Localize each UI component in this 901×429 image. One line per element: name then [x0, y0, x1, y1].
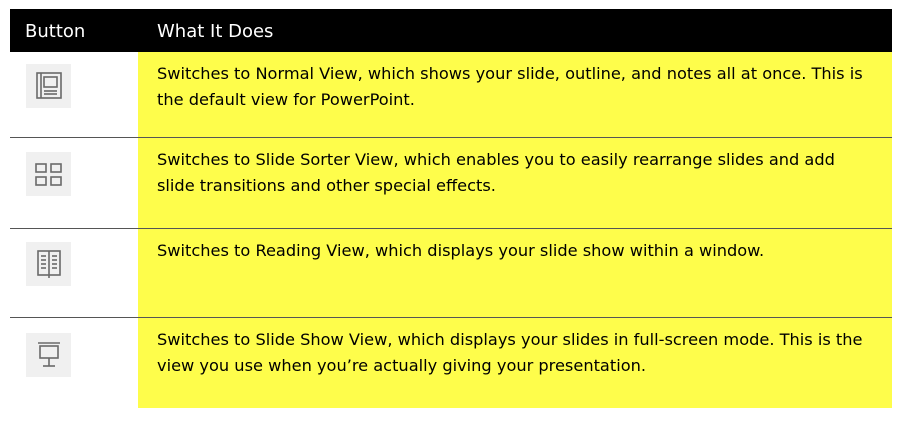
description-cell: Switches to Normal View, which shows you… [138, 52, 892, 137]
description-cell: Switches to Reading View, which displays… [138, 229, 892, 317]
header-button: Button [25, 21, 86, 42]
table-row: Switches to Slide Sorter View, which ena… [10, 138, 892, 229]
row-description: Switches to Normal View, which shows you… [157, 64, 863, 109]
table-row: Switches to Slide Show View, which displ… [10, 318, 892, 408]
description-cell: Switches to Slide Show View, which displ… [138, 318, 892, 408]
row-description: Switches to Slide Show View, which displ… [157, 330, 863, 375]
row-description: Switches to Slide Sorter View, which ena… [157, 150, 835, 195]
table-row: Switches to Normal View, which shows you… [10, 52, 892, 138]
table-row: Switches to Reading View, which displays… [10, 229, 892, 318]
slide-sorter-view-icon [26, 152, 71, 196]
description-cell: Switches to Slide Sorter View, which ena… [138, 138, 892, 228]
view-buttons-table: Button What It Does Switches to Normal V… [10, 9, 892, 408]
row-description: Switches to Reading View, which displays… [157, 241, 765, 260]
table-header: Button What It Does [10, 9, 892, 52]
normal-view-icon [26, 64, 71, 108]
slide-show-view-icon [26, 333, 71, 377]
reading-view-icon [26, 242, 71, 286]
header-what-it-does: What It Does [157, 21, 274, 42]
